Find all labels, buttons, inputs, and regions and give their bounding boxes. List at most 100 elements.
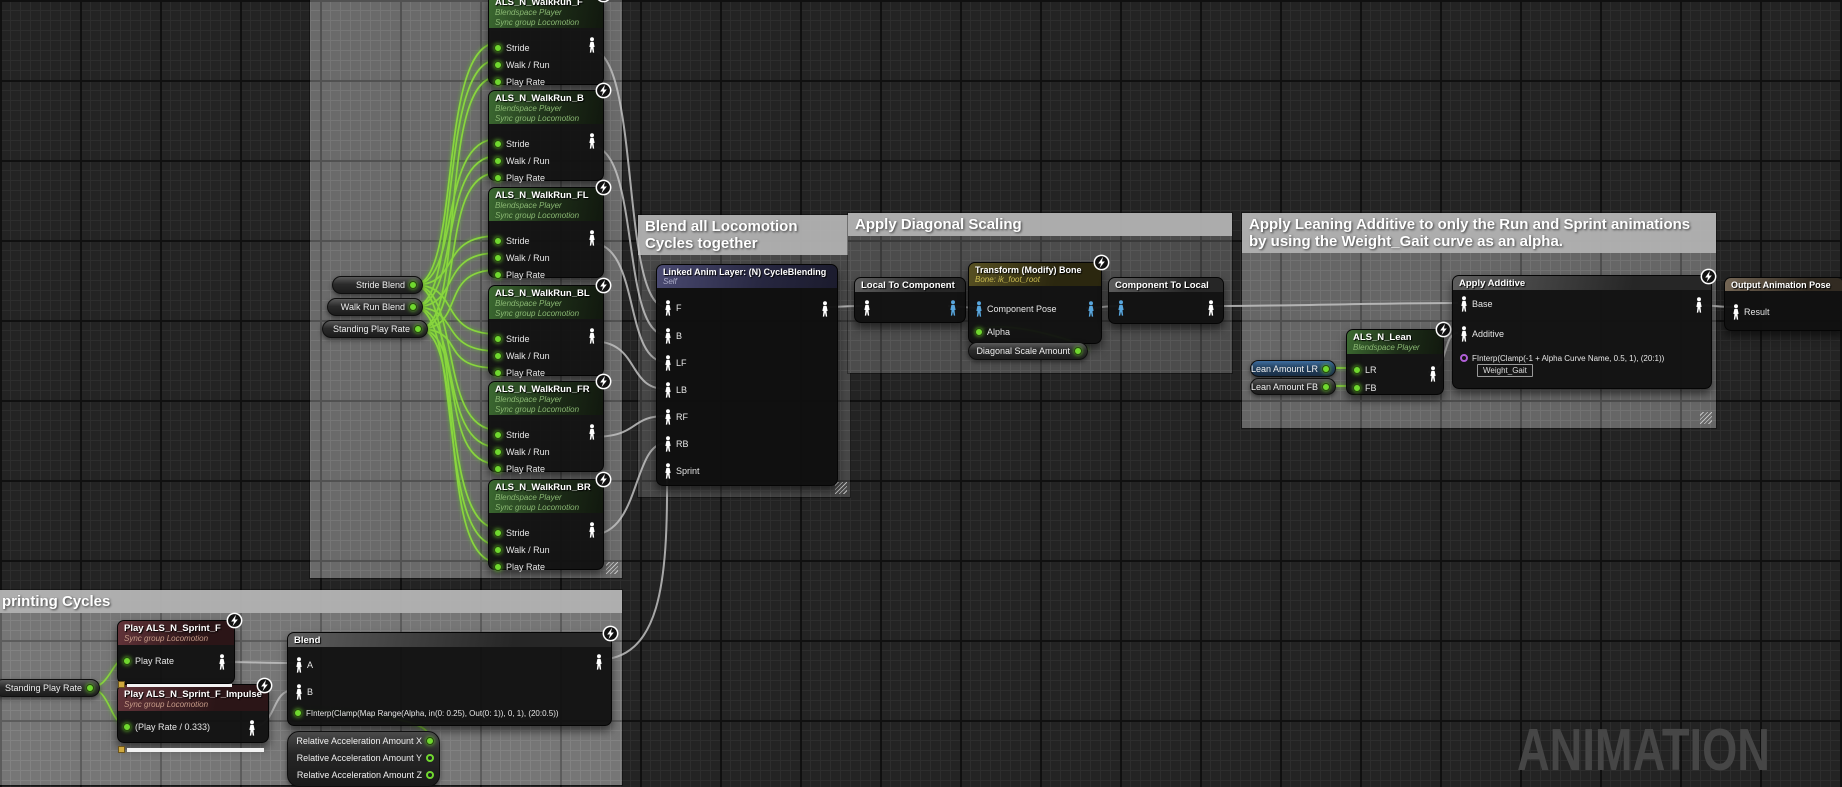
pin-stride[interactable]: Stride [494,427,530,443]
fast-path-icon[interactable] [602,625,619,642]
comment-title[interactable]: printing Cycles [0,590,622,613]
pin-component-pose[interactable]: Component Pose [975,301,1057,317]
node-transform-modify-bone[interactable]: Transform (Modify) Bone Bone: ik_foot_ro… [968,262,1102,344]
node-als-n-walkrun-b[interactable]: ALS_N_WalkRun_B Blendspace Player Sync g… [488,90,604,181]
node-als-n-lean[interactable]: ALS_N_Lean Blendspace Player LR FB [1346,329,1444,395]
pill-relative-acceleration-z[interactable]: Relative Acceleration Amount Z [288,766,439,783]
output-pin-dot[interactable] [1074,347,1082,355]
fast-path-icon[interactable] [1435,321,1452,338]
pose-output-person-icon[interactable] [588,424,596,440]
pin-play-rate-expression[interactable]: (Play Rate / 0.333) [123,719,210,735]
pill-diagonal-scale-amount[interactable]: Diagonal Scale Amount [968,342,1088,360]
node-als-n-walkrun-f[interactable]: ALS_N_WalkRun_F Blendspace Player Sync g… [488,0,604,85]
pin-f[interactable]: F [664,300,682,316]
pill-walk-run-blend[interactable]: Walk Run Blend [327,298,423,316]
pin-play-rate[interactable]: Play Rate [494,267,545,283]
alpha-curve-name-box[interactable]: Weight_Gait [1477,364,1533,377]
pin-b[interactable]: B [664,328,682,344]
pose-output-person-icon[interactable] [588,37,596,53]
pin-stride[interactable]: Stride [494,233,530,249]
pin-play-rate[interactable]: Play Rate [494,461,545,477]
comment-resize-handle[interactable] [606,562,618,574]
pin-b[interactable]: B [295,684,313,700]
pin-play-rate[interactable]: Play Rate [123,653,174,669]
pin-play-rate[interactable]: Play Rate [494,365,545,381]
component-pose-input-person-icon[interactable] [1117,300,1125,316]
pin-alpha-expression[interactable]: FInterp(Clamp(Map Range(Alpha, in(0: 0.2… [294,705,559,721]
pin-alpha[interactable]: Alpha [975,324,1010,340]
fast-path-icon[interactable] [595,471,612,488]
pin-play-rate[interactable]: Play Rate [494,559,545,575]
component-pose-output-person-icon[interactable] [1087,301,1095,317]
output-pin-dot[interactable] [409,303,417,311]
comment-resize-handle[interactable] [835,482,847,494]
fast-path-icon[interactable] [1700,268,1717,285]
pose-output-person-icon[interactable] [1695,297,1703,313]
pill-relative-acceleration-x[interactable]: Relative Acceleration Amount X [288,732,439,749]
fast-path-icon[interactable] [1093,254,1110,271]
fast-path-icon[interactable] [595,373,612,390]
pill-stride-blend[interactable]: Stride Blend [332,276,423,294]
pin-stride[interactable]: Stride [494,525,530,541]
pose-output-person-icon[interactable] [1207,300,1215,316]
pose-output-person-icon[interactable] [1429,366,1437,382]
node-play-als-n-sprint-f[interactable]: Play ALS_N_Sprint_F Sync group Locomotio… [117,620,235,684]
comment-resize-handle[interactable] [1700,412,1712,424]
pose-output-person-icon[interactable] [248,720,256,736]
pillgroup-relative-acceleration[interactable]: Relative Acceleration Amount X Relative … [287,731,440,787]
pill-standing-play-rate-bottom[interactable]: Standing Play Rate [0,679,100,697]
output-pin-dot[interactable] [426,754,434,762]
pin-lr[interactable]: LR [1353,362,1377,378]
output-pin-dot[interactable] [1322,383,1330,391]
pin-rb[interactable]: RB [664,436,689,452]
fast-path-icon[interactable] [226,612,243,629]
pose-output-person-icon[interactable] [218,654,226,670]
pose-output-person-icon[interactable] [588,230,596,246]
pin-a[interactable]: A [295,657,313,673]
pin-lf[interactable]: LF [664,355,687,371]
node-als-n-walkrun-fl[interactable]: ALS_N_WalkRun_FL Blendspace Player Sync … [488,187,604,278]
pin-additive[interactable]: Additive [1460,326,1504,342]
node-als-n-walkrun-bl[interactable]: ALS_N_WalkRun_BL Blendspace Player Sync … [488,285,604,376]
output-pin-dot[interactable] [426,737,434,745]
output-pin-dot[interactable] [426,771,434,779]
pin-stride[interactable]: Stride [494,331,530,347]
pin-stride[interactable]: Stride [494,40,530,56]
pose-output-person-icon[interactable] [588,522,596,538]
node-local-to-component[interactable]: Local To Component [854,277,966,323]
comment-title[interactable]: Apply Diagonal Scaling [848,213,1232,236]
node-linked-anim-layer[interactable]: Linked Anim Layer: (N) CycleBlending Sel… [656,264,838,486]
node-component-to-local[interactable]: Component To Local [1108,277,1224,324]
pin-walk-run[interactable]: Walk / Run [494,57,550,73]
pin-result[interactable]: Result [1732,304,1770,320]
output-pin-dot[interactable] [1322,365,1330,373]
pose-input-person-icon[interactable] [863,300,871,316]
pin-stride[interactable]: Stride [494,136,530,152]
pin-walk-run[interactable]: Walk / Run [494,153,550,169]
pin-fb[interactable]: FB [1353,380,1377,396]
node-play-als-n-sprint-f-impulse[interactable]: Play ALS_N_Sprint_F_Impulse Sync group L… [117,684,269,743]
anim-graph-canvas[interactable]: { "comments": { "walkrun_column": {"titl… [0,0,1842,785]
pin-rf[interactable]: RF [664,409,688,425]
pin-base[interactable]: Base [1460,296,1493,312]
node-output-animation-pose[interactable]: Output Animation Pose Result [1724,277,1842,331]
component-pose-output-person-icon[interactable] [949,300,957,316]
node-als-n-walkrun-br[interactable]: ALS_N_WalkRun_BR Blendspace Player Sync … [488,479,604,570]
pill-lean-amount-lr[interactable]: Lean Amount LR [1250,360,1336,377]
pin-walk-run[interactable]: Walk / Run [494,542,550,558]
pin-play-rate[interactable]: Play Rate [494,74,545,90]
pin-sprint[interactable]: Sprint [664,463,700,479]
pose-output-person-icon[interactable] [588,328,596,344]
pin-walk-run[interactable]: Walk / Run [494,348,550,364]
node-blend[interactable]: Blend A B FInterp(Clamp(Map Range(Alpha,… [287,632,612,726]
fast-path-icon[interactable] [595,277,612,294]
comment-title[interactable]: Apply Leaning Additive to only the Run a… [1242,213,1716,253]
fast-path-icon[interactable] [595,179,612,196]
output-pin-dot[interactable] [414,325,422,333]
pill-standing-play-rate[interactable]: Standing Play Rate [322,320,428,338]
fast-path-icon[interactable] [595,0,612,3]
pin-play-rate[interactable]: Play Rate [494,170,545,186]
comment-title[interactable]: Blend all Locomotion Cycles together [638,215,850,255]
pin-walk-run[interactable]: Walk / Run [494,444,550,460]
pin-lb[interactable]: LB [664,382,687,398]
